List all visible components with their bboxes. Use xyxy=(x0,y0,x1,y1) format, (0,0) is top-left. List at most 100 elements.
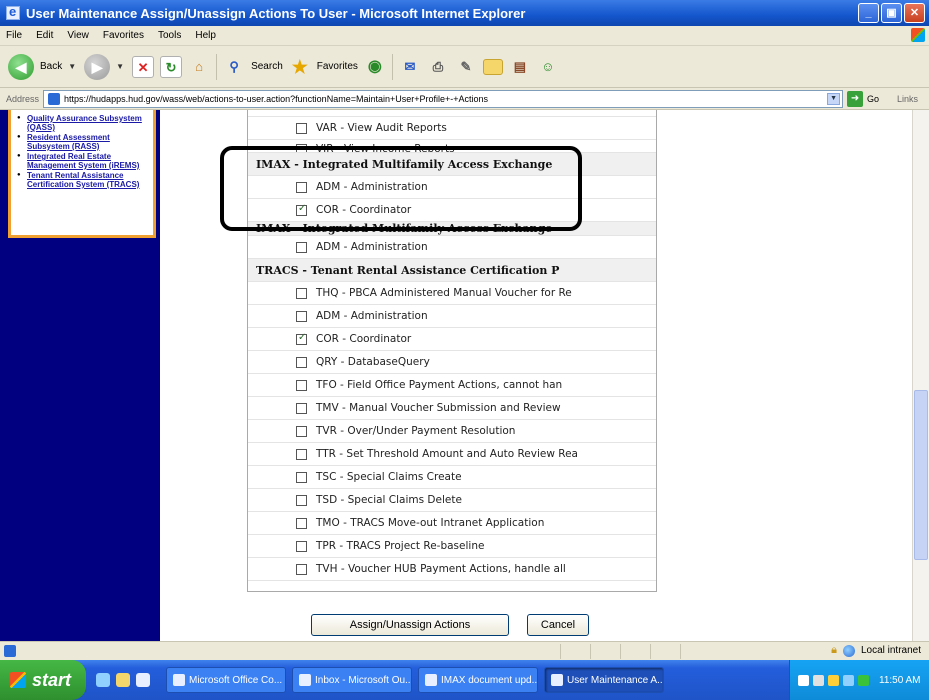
address-dropdown-icon[interactable]: ▼ xyxy=(827,92,841,105)
action-checkbox[interactable] xyxy=(296,356,307,368)
forward-dropdown-icon[interactable]: ▼ xyxy=(116,62,124,71)
address-url[interactable]: https://hudapps.hud.gov/wass/web/actions… xyxy=(64,94,488,104)
status-cell xyxy=(590,644,620,659)
address-field[interactable]: https://hudapps.hud.gov/wass/web/actions… xyxy=(43,89,844,108)
menu-tools[interactable]: Tools xyxy=(158,30,181,41)
action-label: VAR - View Audit Reports xyxy=(316,122,447,134)
tray-icon[interactable] xyxy=(828,674,839,686)
menu-bar: File Edit View Favorites Tools Help xyxy=(0,26,929,46)
action-label: ADM - Administration xyxy=(316,310,428,322)
quick-launch-icon[interactable] xyxy=(96,673,110,687)
toolbar-divider xyxy=(216,53,218,80)
nav-link-qass[interactable]: Quality Assurance Subsystem (QASS) xyxy=(17,114,149,132)
action-row-imax2-adm: ADM - Administration xyxy=(248,236,656,259)
network-icon[interactable] xyxy=(813,674,824,686)
scrollbar-thumb[interactable] xyxy=(914,390,928,560)
status-cell xyxy=(650,644,680,659)
quick-launch-icon[interactable] xyxy=(136,673,150,687)
tray-icon[interactable] xyxy=(858,674,869,686)
vertical-scrollbar[interactable] xyxy=(912,110,929,641)
nav-link-irems[interactable]: Integrated Real Estate Management System… xyxy=(17,152,149,170)
refresh-icon[interactable]: ↻ xyxy=(160,55,183,78)
action-checkbox[interactable] xyxy=(296,517,307,529)
action-checkbox[interactable] xyxy=(296,241,307,253)
address-label: Address xyxy=(6,93,40,104)
action-checkbox[interactable] xyxy=(296,494,307,506)
start-label: start xyxy=(32,669,72,690)
office-icon xyxy=(173,674,185,686)
action-checkbox[interactable] xyxy=(296,563,307,575)
menu-help[interactable]: Help xyxy=(195,30,216,41)
tray-icon[interactable] xyxy=(843,674,854,686)
assign-unassign-button[interactable]: Assign/Unassign Actions xyxy=(311,614,509,636)
title-bar: User Maintenance Assign/Unassign Actions… xyxy=(0,0,929,26)
links-button[interactable]: Links xyxy=(897,94,918,104)
menu-edit[interactable]: Edit xyxy=(36,30,53,41)
back-button[interactable]: Back xyxy=(40,61,62,72)
forward-arrow-icon[interactable]: ▶ xyxy=(84,53,111,80)
windows-flag-icon xyxy=(10,672,26,688)
action-checkbox-checked[interactable] xyxy=(296,332,307,345)
minimize-button[interactable]: _ xyxy=(858,3,879,23)
security-zone: 🔒︎ Local intranet xyxy=(831,644,921,657)
taskbar-item-user-maintenance[interactable]: User Maintenance A... xyxy=(544,667,664,693)
close-button[interactable]: ✕ xyxy=(904,3,925,23)
action-row-tracs: TSD - Special Claims Delete xyxy=(248,489,656,512)
page-icon xyxy=(48,92,61,105)
nav-link-tracs[interactable]: Tenant Rental Assistance Certification S… xyxy=(17,171,149,189)
quick-launch-icon[interactable] xyxy=(116,673,130,687)
action-checkbox[interactable] xyxy=(296,379,307,391)
action-checkbox[interactable] xyxy=(296,402,307,414)
search-button[interactable]: Search xyxy=(251,61,283,72)
taskbar-item-imax-doc[interactable]: IMAX document upd... xyxy=(418,667,538,693)
action-checkbox[interactable] xyxy=(296,425,307,437)
back-arrow-icon[interactable]: ◀ xyxy=(8,53,34,80)
start-button[interactable]: start xyxy=(0,660,86,700)
toolbar: ◀ Back ▼ ▶ ▼ ✕ ↻ ⌂ ⚲ Search ★ Favorites … xyxy=(0,46,929,88)
intranet-globe-icon xyxy=(842,644,855,657)
menu-view[interactable]: View xyxy=(67,30,89,41)
print-icon[interactable]: ⎙ xyxy=(427,56,449,78)
task-label: User Maintenance A... xyxy=(567,674,664,686)
action-checkbox[interactable] xyxy=(296,540,307,552)
action-row-tracs: TFO - Field Office Payment Actions, cann… xyxy=(248,374,656,397)
menu-file[interactable]: File xyxy=(6,30,22,41)
home-icon[interactable]: ⌂ xyxy=(188,56,210,78)
stop-icon[interactable]: ✕ xyxy=(132,55,155,78)
table-row xyxy=(248,110,656,117)
edit-icon[interactable]: ✎ xyxy=(455,56,477,78)
windows-logo-icon xyxy=(911,28,925,42)
action-checkbox[interactable] xyxy=(296,448,307,460)
favorites-button[interactable]: Favorites xyxy=(317,61,358,72)
favorites-star-icon[interactable]: ★ xyxy=(289,56,311,78)
nav-link-rass[interactable]: Resident Assessment Subsystem (RASS) xyxy=(17,133,149,151)
status-cell xyxy=(680,644,710,659)
cancel-button[interactable]: Cancel xyxy=(527,614,589,636)
taskbar-item-office[interactable]: Microsoft Office Co... xyxy=(166,667,286,693)
action-checkbox[interactable] xyxy=(296,310,307,322)
search-icon[interactable]: ⚲ xyxy=(223,56,245,78)
window-controls: _ ▣ ✕ xyxy=(858,3,925,23)
toolbar-divider xyxy=(391,53,393,80)
taskbar-item-outlook[interactable]: Inbox - Microsoft Ou... xyxy=(292,667,412,693)
messenger-icon[interactable]: ☺ xyxy=(537,56,559,78)
page-content: Quality Assurance Subsystem (QASS) Resid… xyxy=(0,110,912,641)
tracs-action-list: THQ - PBCA Administered Manual Voucher f… xyxy=(248,282,656,581)
mail-icon[interactable]: ✉ xyxy=(399,56,421,78)
go-arrow-icon[interactable]: ➜ xyxy=(847,90,864,107)
action-label: TMO - TRACS Move-out Intranet Applicatio… xyxy=(316,517,545,529)
media-icon[interactable]: ◉ xyxy=(364,56,386,78)
action-row-tracs: TMO - TRACS Move-out Intranet Applicatio… xyxy=(248,512,656,535)
research-icon[interactable]: ▤ xyxy=(509,56,531,78)
action-label: TFO - Field Office Payment Actions, cann… xyxy=(316,379,563,391)
action-checkbox[interactable] xyxy=(296,471,307,483)
go-button[interactable]: Go xyxy=(867,94,879,104)
action-checkbox[interactable] xyxy=(296,287,307,299)
menu-favorites[interactable]: Favorites xyxy=(103,30,144,41)
action-label: TSD - Special Claims Delete xyxy=(316,494,462,506)
help-icon[interactable] xyxy=(798,674,809,686)
back-dropdown-icon[interactable]: ▼ xyxy=(68,62,76,71)
action-checkbox[interactable] xyxy=(296,122,307,134)
maximize-button[interactable]: ▣ xyxy=(881,3,902,23)
folder-icon[interactable] xyxy=(482,58,503,75)
